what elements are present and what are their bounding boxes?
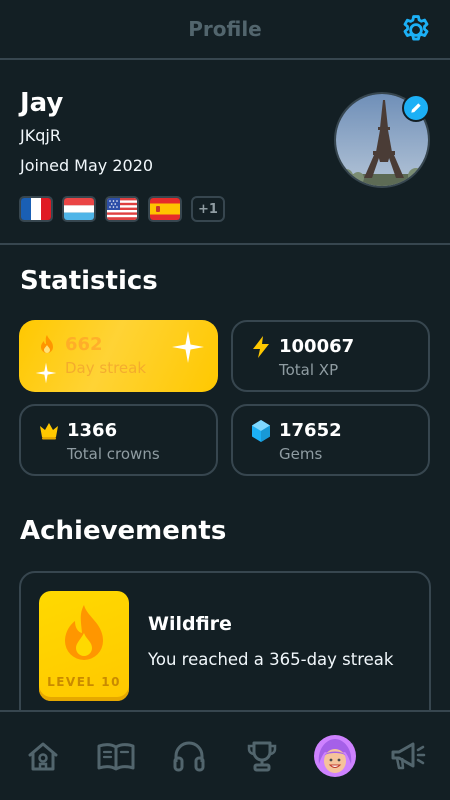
stat-card-crowns[interactable]: 1366 Total crowns	[19, 404, 218, 476]
badge-level: LEVEL 10	[47, 675, 121, 689]
trophy-icon	[247, 741, 276, 772]
gems-value: 17652	[279, 420, 342, 441]
tab-listen[interactable]	[161, 728, 217, 784]
achievement-badge: LEVEL 10	[39, 591, 129, 701]
stat-card-gems[interactable]: 17652 Gems	[231, 404, 430, 476]
crowns-label: Total crowns	[67, 445, 160, 463]
fire-icon	[65, 605, 103, 660]
france-flag[interactable]	[19, 196, 53, 222]
sparkle-icon	[172, 331, 204, 363]
xp-value: 100067	[279, 336, 355, 357]
statistics-heading: Statistics	[20, 266, 158, 296]
gem-icon	[252, 420, 270, 442]
streak-value: 662	[65, 334, 103, 355]
achievement-card[interactable]: LEVEL 10 Wildfire You reached a 365-day …	[19, 571, 431, 731]
gear-icon	[403, 15, 429, 41]
profile-joined-date: Joined May 2020	[20, 156, 154, 175]
stat-card-xp[interactable]: 100067 Total XP	[231, 320, 430, 392]
profile-username: JKqjR	[20, 126, 61, 145]
book-icon	[97, 743, 134, 771]
gems-label: Gems	[279, 445, 323, 463]
profile-name: Jay	[20, 88, 64, 118]
more-courses-button[interactable]: +1	[191, 196, 225, 222]
tab-home[interactable]	[15, 728, 71, 784]
tab-learn[interactable]	[88, 728, 144, 784]
tab-leaderboard[interactable]	[234, 728, 290, 784]
headphones-icon	[173, 741, 204, 772]
settings-button[interactable]	[398, 12, 434, 48]
course-flags: +1	[19, 196, 225, 222]
top-bar: Profile	[0, 0, 450, 60]
streak-label: Day streak	[65, 359, 147, 377]
crown-icon	[40, 423, 58, 440]
home-icon	[28, 742, 57, 771]
fire-icon	[41, 335, 53, 353]
crowns-value: 1366	[67, 420, 118, 441]
edit-profile-button[interactable]	[402, 94, 430, 122]
achievements-heading: Achievements	[20, 516, 227, 546]
spain-flag[interactable]	[148, 196, 182, 222]
stat-card-streak[interactable]: 662 Day streak	[19, 320, 218, 392]
tab-profile[interactable]	[307, 728, 363, 784]
luxembourg-flag[interactable]	[62, 196, 96, 222]
achievement-description: You reached a 365-day streak	[148, 650, 394, 669]
tab-news[interactable]	[380, 728, 436, 784]
page-title: Profile	[188, 17, 262, 41]
bottom-tab-bar	[0, 710, 450, 800]
xp-label: Total XP	[279, 361, 339, 379]
megaphone-icon	[391, 742, 425, 770]
profile-avatar-icon	[313, 735, 356, 777]
profile-section: Jay JKqjR Joined May 2020 +1	[0, 62, 450, 245]
usa-flag[interactable]	[105, 196, 139, 222]
sparkle-icon	[35, 362, 57, 384]
lightning-icon	[253, 336, 269, 358]
achievement-name: Wildfire	[148, 613, 232, 635]
pencil-icon	[411, 103, 421, 113]
